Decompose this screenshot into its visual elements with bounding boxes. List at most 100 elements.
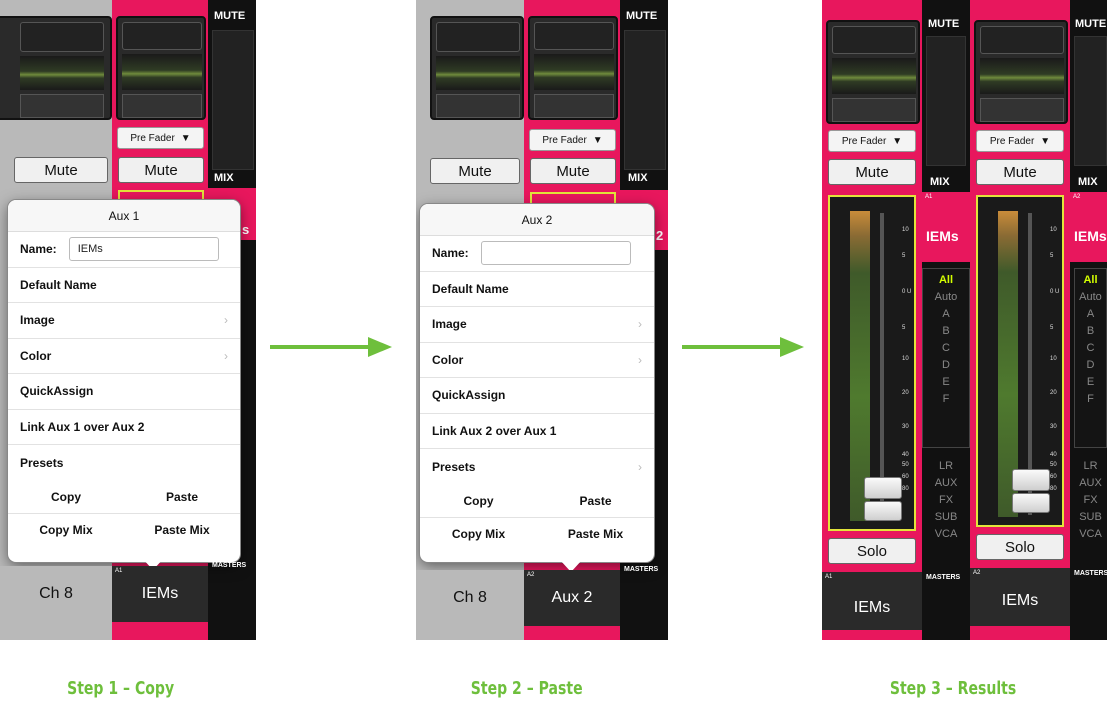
fader-cap[interactable] bbox=[864, 501, 902, 521]
solo-button-a1[interactable]: Solo bbox=[828, 538, 916, 564]
tick-label: 80 bbox=[902, 486, 909, 492]
type-fx[interactable]: FX bbox=[922, 492, 970, 509]
filter-a[interactable]: A bbox=[1074, 306, 1107, 323]
plugin-panel-left[interactable] bbox=[430, 16, 524, 120]
image-row[interactable]: Image › bbox=[420, 307, 654, 343]
solo-button-a2[interactable]: Solo bbox=[976, 534, 1064, 560]
mix-type-list-b[interactable]: LR AUX FX SUB VCA bbox=[1074, 458, 1107, 543]
mix-header: MIX bbox=[1078, 176, 1098, 188]
plugin-panel-a1[interactable] bbox=[826, 20, 920, 124]
filter-c[interactable]: C bbox=[1074, 340, 1107, 357]
type-lr[interactable]: LR bbox=[1074, 458, 1107, 475]
filter-auto[interactable]: Auto bbox=[1074, 289, 1107, 306]
fader-a1[interactable]: 10 5 0 U 5 10 20 30 40 50 60 80 bbox=[828, 195, 916, 531]
tick-label: 5 bbox=[902, 253, 906, 259]
fader-a2[interactable]: 10 5 0 U 5 10 20 30 40 50 60 80 bbox=[976, 195, 1064, 527]
mix-select-a1[interactable]: A1 IEMs bbox=[922, 192, 970, 262]
copy-mix-button[interactable]: Copy Mix bbox=[8, 514, 124, 547]
mute-button-right[interactable]: Mute bbox=[530, 158, 616, 184]
mute-button-left[interactable]: Mute bbox=[430, 158, 520, 184]
mix-filter-list-a[interactable]: All Auto A B C D E F bbox=[922, 272, 970, 408]
filter-a[interactable]: A bbox=[922, 306, 970, 323]
tick-label: 5 bbox=[902, 325, 906, 331]
copy-mix-button[interactable]: Copy Mix bbox=[420, 518, 537, 551]
filter-e[interactable]: E bbox=[1074, 374, 1107, 391]
color-row[interactable]: Color › bbox=[8, 339, 240, 374]
name-input[interactable] bbox=[480, 241, 631, 266]
quickassign-row[interactable]: QuickAssign bbox=[420, 378, 654, 414]
fader-cap[interactable] bbox=[1012, 469, 1050, 491]
mute-toggles[interactable] bbox=[926, 36, 966, 166]
mute-toggles[interactable] bbox=[1074, 36, 1107, 166]
filter-c[interactable]: C bbox=[922, 340, 970, 357]
filter-all[interactable]: All bbox=[1074, 272, 1107, 289]
filter-d[interactable]: D bbox=[1074, 357, 1107, 374]
tab-label: IEMs bbox=[853, 599, 891, 616]
name-row: Name: IEMs bbox=[8, 232, 240, 268]
fader-cap[interactable] bbox=[1012, 493, 1050, 513]
type-sub[interactable]: SUB bbox=[1074, 509, 1107, 526]
filter-b[interactable]: B bbox=[922, 323, 970, 340]
row-label: Presets bbox=[432, 459, 476, 474]
color-row[interactable]: Color › bbox=[420, 343, 654, 378]
paste-button[interactable]: Paste bbox=[537, 485, 654, 517]
name-label: Name: bbox=[432, 246, 469, 261]
filter-f[interactable]: F bbox=[922, 391, 970, 408]
filter-d[interactable]: D bbox=[922, 357, 970, 374]
quickassign-row[interactable]: QuickAssign bbox=[8, 374, 240, 410]
channel-tab-aux2[interactable]: Aux 2 bbox=[524, 570, 620, 626]
mute-button-a1[interactable]: Mute bbox=[828, 159, 916, 185]
copy-button[interactable]: Copy bbox=[8, 481, 124, 513]
mute-toggles[interactable] bbox=[624, 30, 666, 170]
channel-tab-iems[interactable]: IEMs bbox=[112, 566, 208, 622]
filter-e[interactable]: E bbox=[922, 374, 970, 391]
pre-fader-dropdown-a2[interactable]: Pre Fader ▼ bbox=[976, 130, 1064, 152]
pre-fader-dropdown-a1[interactable]: Pre Fader ▼ bbox=[828, 130, 916, 152]
plugin-panel-right[interactable] bbox=[116, 16, 206, 120]
mute-button-right[interactable]: Mute bbox=[118, 157, 204, 183]
paste-mix-button[interactable]: Paste Mix bbox=[537, 518, 654, 551]
compressor-display bbox=[534, 22, 614, 50]
type-sub[interactable]: SUB bbox=[922, 509, 970, 526]
channel-tab-iems-a1[interactable]: IEMs bbox=[822, 572, 922, 630]
copy-paste-row: Copy Paste bbox=[420, 485, 654, 518]
name-input[interactable]: IEMs bbox=[68, 237, 219, 262]
link-aux-row[interactable]: Link Aux 2 over Aux 1 bbox=[420, 414, 654, 449]
mix-select-a2[interactable]: A2 IEMs bbox=[1070, 192, 1107, 262]
tab-label: IEMs bbox=[1001, 592, 1039, 609]
mix-type-list-a[interactable]: LR AUX FX SUB VCA bbox=[922, 458, 970, 543]
plugin-panel-right[interactable] bbox=[528, 16, 618, 120]
mute-button-left[interactable]: Mute bbox=[14, 157, 108, 183]
paste-mix-button[interactable]: Paste Mix bbox=[124, 514, 240, 547]
copy-button[interactable]: Copy bbox=[420, 485, 537, 517]
type-vca[interactable]: VCA bbox=[1074, 526, 1107, 543]
filter-auto[interactable]: Auto bbox=[922, 289, 970, 306]
channel-tab-ch8[interactable]: Ch 8 bbox=[416, 570, 524, 626]
type-aux[interactable]: AUX bbox=[1074, 475, 1107, 492]
type-aux[interactable]: AUX bbox=[922, 475, 970, 492]
default-name-row[interactable]: Default Name bbox=[8, 268, 240, 303]
image-row[interactable]: Image › bbox=[8, 303, 240, 339]
presets-row[interactable]: Presets › bbox=[420, 449, 654, 485]
paste-button[interactable]: Paste bbox=[124, 481, 240, 513]
type-fx[interactable]: FX bbox=[1074, 492, 1107, 509]
plugin-panel-left[interactable] bbox=[0, 16, 112, 120]
filter-f[interactable]: F bbox=[1074, 391, 1107, 408]
filter-all[interactable]: All bbox=[922, 272, 970, 289]
pre-fader-dropdown[interactable]: Pre Fader ▼ bbox=[117, 127, 204, 149]
row-label: Image bbox=[20, 313, 55, 328]
channel-tab-iems-a2[interactable]: IEMs bbox=[970, 568, 1070, 626]
link-aux-row[interactable]: Link Aux 1 over Aux 2 bbox=[8, 410, 240, 445]
copy-paste-mix-row: Copy Mix Paste Mix bbox=[8, 514, 240, 547]
pre-fader-dropdown[interactable]: Pre Fader ▼ bbox=[529, 129, 616, 151]
channel-tab-ch8[interactable]: Ch 8 bbox=[0, 566, 112, 622]
mix-filter-list-b[interactable]: All Auto A B C D E F bbox=[1074, 272, 1107, 408]
type-lr[interactable]: LR bbox=[922, 458, 970, 475]
plugin-panel-a2[interactable] bbox=[974, 20, 1068, 124]
type-vca[interactable]: VCA bbox=[922, 526, 970, 543]
default-name-row[interactable]: Default Name bbox=[420, 272, 654, 307]
filter-b[interactable]: B bbox=[1074, 323, 1107, 340]
mute-toggles[interactable] bbox=[212, 30, 254, 170]
fader-cap[interactable] bbox=[864, 477, 902, 499]
mute-button-a2[interactable]: Mute bbox=[976, 159, 1064, 185]
